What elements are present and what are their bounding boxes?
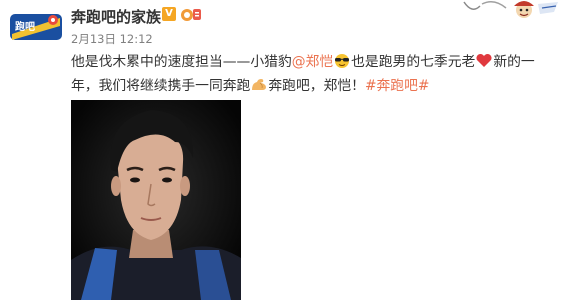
post-text-segment: 奔跑吧，郑恺！ <box>268 78 365 94</box>
post-body: 他是伐木累中的速度担当——小猎豹@郑恺 也是跑男的七季元老 新的一年，我们将继续携手… <box>71 50 549 98</box>
running-man-logo-icon: 跑吧 <box>10 14 62 40</box>
red-heart-emoji-icon <box>475 52 493 67</box>
user-mention-link[interactable]: @郑恺 <box>292 54 333 70</box>
cartoon-character-icon <box>458 0 562 22</box>
post-text-segment: 他是伐木累中的速度担当——小猎豹 <box>71 54 292 70</box>
vip-badge: V <box>162 7 176 21</box>
post-image[interactable] <box>71 100 241 300</box>
account-name[interactable]: 奔跑吧的家族 <box>71 6 161 27</box>
svg-text:跑吧: 跑吧 <box>15 20 35 33</box>
account-avatar[interactable]: 跑吧 <box>8 8 64 44</box>
flexed-biceps-emoji-icon <box>250 76 268 91</box>
vip-badge-label: V <box>165 8 173 19</box>
sunglasses-emoji-icon <box>333 52 351 68</box>
post-text-segment: 也是跑男的七季元老 <box>351 54 476 70</box>
post-timestamp[interactable]: 2月13日 12:12 <box>71 31 153 47</box>
vip-member-badge-icon[interactable] <box>180 6 202 22</box>
portrait-photo-icon <box>71 100 241 300</box>
hashtag-link[interactable]: #奔跑吧# <box>365 78 430 94</box>
